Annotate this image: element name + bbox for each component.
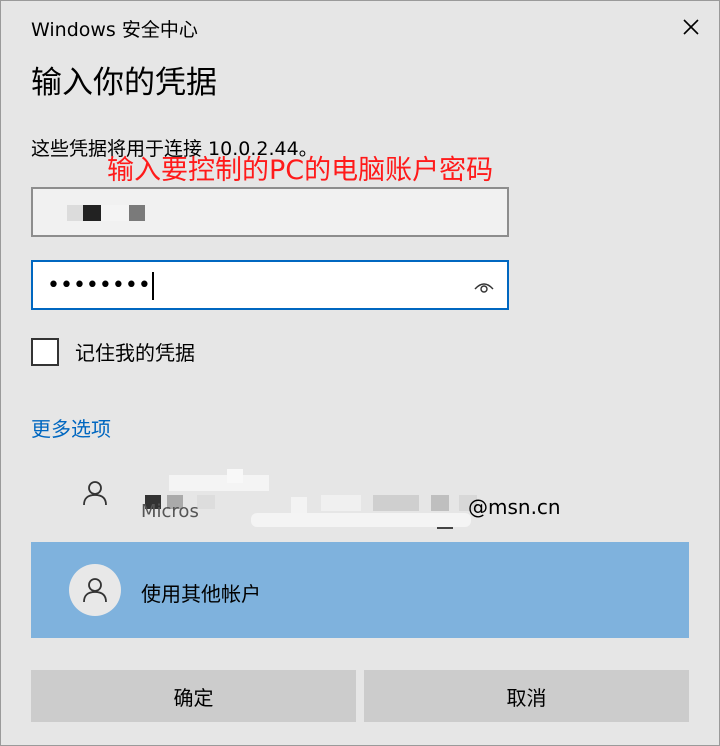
remember-checkbox[interactable] [31, 337, 59, 366]
use-other-account-label: 使用其他帐户 [141, 582, 261, 606]
password-field[interactable]: •••••••• [31, 260, 509, 310]
password-value: •••••••• [47, 272, 154, 300]
cancel-button[interactable]: 取消 [364, 670, 689, 722]
close-button[interactable] [677, 13, 705, 41]
person-icon [83, 578, 107, 603]
account-option-other[interactable]: 使用其他帐户 [31, 542, 689, 638]
username-field[interactable] [31, 187, 509, 237]
more-options-link[interactable]: 更多选项 [31, 413, 111, 442]
dialog-heading: 输入你的凭据 [31, 65, 217, 101]
ok-button[interactable]: 确定 [31, 670, 356, 722]
remember-label: 记住我的凭据 [75, 341, 195, 365]
avatar [69, 467, 121, 519]
reveal-password-button[interactable] [473, 276, 495, 294]
account-option-existing[interactable]: Micros @msn.cn [31, 445, 689, 541]
person-icon [83, 481, 107, 506]
avatar [69, 564, 121, 616]
username-obscured-value [67, 205, 145, 221]
red-annotation: 输入要控制的PC的电脑账户密码 [107, 155, 494, 186]
text-caret [151, 272, 154, 300]
account-name-partial: Micros [141, 501, 199, 522]
eye-icon [474, 283, 494, 293]
credential-dialog: Windows 安全中心 输入你的凭据 这些凭据将用于连接 10.0.2.44。… [0, 0, 720, 746]
close-icon [683, 19, 699, 35]
account-email-suffix: @msn.cn [468, 495, 561, 519]
remember-credentials[interactable]: 记住我的凭据 [31, 337, 195, 366]
window-title: Windows 安全中心 [31, 19, 198, 41]
